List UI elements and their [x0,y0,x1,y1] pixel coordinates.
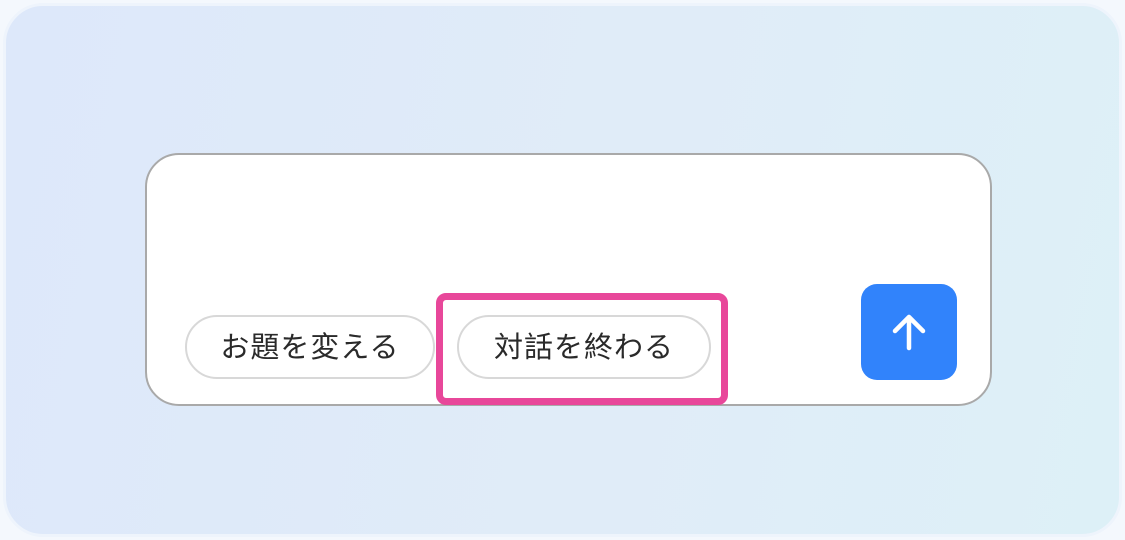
background-panel: お題を変える 対話を終わる [3,3,1122,537]
send-button[interactable] [861,284,957,380]
arrow-up-icon [892,314,926,351]
end-conversation-button[interactable]: 対話を終わる [457,315,711,379]
chat-composer: お題を変える 対話を終わる [145,153,992,406]
change-topic-button[interactable]: お題を変える [185,315,435,379]
